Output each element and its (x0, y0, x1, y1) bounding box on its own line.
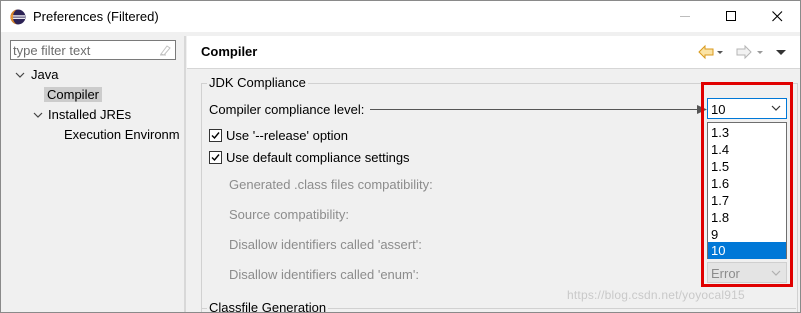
tree-item-execution-environments[interactable]: Execution Environm (64, 126, 180, 144)
tree-item-compiler[interactable]: Compiler (44, 86, 103, 104)
back-arrow-icon[interactable] (698, 44, 714, 60)
watermark: https://blog.csdn.net/yoyocal915 (567, 288, 745, 302)
default-compliance-checkbox[interactable] (209, 151, 222, 164)
tree-item-label: Java (31, 67, 59, 82)
maximize-button[interactable] (708, 1, 754, 32)
disallow-assert-label: Disallow identifiers called 'assert': (229, 237, 422, 252)
disallow-enum-label: Disallow identifiers called 'enum': (229, 267, 419, 282)
filter-input[interactable] (13, 42, 153, 58)
close-button[interactable] (754, 1, 800, 32)
classfile-generation-title: Classfile Generation (207, 300, 329, 313)
preferences-window: Preferences (Filtered) Java Compiler Ins… (0, 0, 801, 313)
annotation-highlight-box (701, 82, 793, 287)
source-compat-label: Source compatibility: (229, 207, 349, 222)
jdk-compliance-title: JDK Compliance (207, 75, 308, 90)
forward-menu-chevron-icon[interactable] (756, 44, 765, 60)
title-bar: Preferences (Filtered) (1, 1, 800, 32)
view-menu-icon[interactable] (775, 44, 787, 60)
annotation-arrow-line (370, 109, 704, 110)
expand-chevron-icon[interactable] (15, 70, 25, 80)
expand-chevron-icon[interactable] (33, 110, 43, 120)
filter-field[interactable] (10, 40, 176, 60)
clear-filter-icon[interactable] (158, 43, 172, 57)
tree-item-label: Compiler (44, 87, 103, 102)
compliance-level-label: Compiler compliance level: (209, 102, 365, 117)
minimize-button[interactable] (662, 1, 708, 32)
tree-item-label: Installed JREs (48, 107, 132, 122)
page-title: Compiler (201, 44, 258, 59)
back-menu-chevron-icon[interactable] (716, 44, 725, 60)
release-option-checkbox[interactable] (209, 129, 222, 142)
sidebar-sash[interactable] (184, 36, 186, 312)
checkmark-icon (211, 132, 220, 140)
window-title: Preferences (Filtered) (33, 9, 159, 24)
default-compliance-label[interactable]: Use default compliance settings (226, 150, 410, 165)
page-header: Compiler (187, 36, 800, 69)
generated-class-compat-label: Generated .class files compatibility: (229, 177, 433, 192)
forward-arrow-icon[interactable] (736, 44, 752, 60)
release-option-label[interactable]: Use '--release' option (226, 128, 348, 143)
eclipse-icon (10, 9, 26, 25)
tree-item-label: Execution Environm (64, 127, 180, 142)
checkmark-icon (211, 154, 220, 162)
